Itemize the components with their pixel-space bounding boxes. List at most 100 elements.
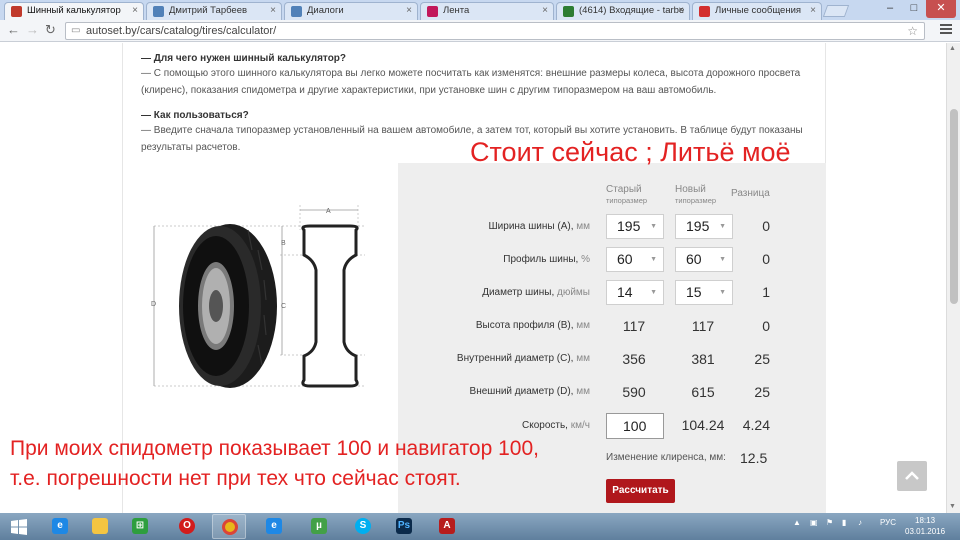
tab-feed[interactable]: Лента ×: [420, 2, 554, 20]
scroll-down-icon[interactable]: ▼: [949, 503, 956, 510]
new-tab-button[interactable]: [822, 5, 850, 17]
column-header-diff: Разница: [731, 188, 770, 199]
diff-width: 0: [762, 218, 770, 234]
tray-app-icon[interactable]: ▣: [810, 518, 818, 527]
tab-label: Дмитрий Тарбеев: [169, 5, 248, 16]
forward-icon[interactable]: →: [26, 23, 39, 37]
tire-diagram: A B C D: [151, 205, 365, 388]
windows-logo-icon: [11, 519, 27, 535]
header-old-label: Старый: [606, 184, 642, 195]
photoshop-icon[interactable]: Ps: [387, 514, 421, 539]
chrome-icon[interactable]: [212, 514, 246, 539]
tire-side-view: [179, 224, 277, 388]
volume-icon[interactable]: ♪: [858, 518, 862, 527]
system-clock[interactable]: 18:13 03.01.2016: [905, 515, 945, 537]
new-profile-height: 117: [691, 318, 715, 334]
label-text: Скорость,: [522, 420, 568, 431]
diff-profile: 0: [762, 251, 770, 267]
window-close-button[interactable]: ✕: [926, 0, 956, 18]
caret-icon: ▼: [650, 223, 657, 230]
row-label-profile-height: Высота профиля (B), мм: [476, 320, 590, 331]
bookmark-star-icon[interactable]: ☆: [907, 24, 918, 38]
tab-dialogs[interactable]: Диалоги ×: [284, 2, 418, 20]
tab-tire-calculator[interactable]: Шинный калькулятор ×: [4, 2, 144, 20]
chrome-menu-icon[interactable]: [940, 24, 952, 36]
tab-label: Диалоги: [307, 5, 344, 16]
back-icon[interactable]: ←: [7, 23, 20, 37]
new-outer-diameter: 615: [691, 384, 715, 400]
acrobat-icon[interactable]: A: [430, 514, 464, 539]
old-profile-select[interactable]: 60 ▼: [606, 247, 664, 272]
speed-input[interactable]: 100: [606, 413, 664, 439]
caret-icon: ▼: [719, 223, 726, 230]
opera-icon[interactable]: O: [170, 514, 204, 539]
new-inner-diameter: 381: [691, 351, 715, 367]
maximize-button[interactable]: □: [902, 0, 926, 18]
diff-outer-diameter: 25: [754, 384, 770, 400]
skype-icon[interactable]: S: [346, 514, 380, 539]
drive2-icon: [427, 6, 438, 17]
annotation-bottom: При моих спидометр показывает 100 и нави…: [10, 434, 539, 494]
select-value: 15: [686, 284, 702, 300]
label-text: Ширина шины (A),: [488, 221, 574, 232]
new-profile-select[interactable]: 60 ▼: [675, 247, 733, 272]
page-scrollbar[interactable]: ▲ ▼: [946, 43, 960, 513]
diff-speed: 4.24: [742, 417, 770, 433]
address-bar[interactable]: ▭ autoset.by/cars/catalog/tires/calculat…: [65, 22, 925, 40]
ie-icon[interactable]: e: [43, 514, 77, 539]
tab-inbox[interactable]: (4614) Входящие - tarbe ×: [556, 2, 690, 20]
old-width-select[interactable]: 195 ▼: [606, 214, 664, 239]
language-indicator[interactable]: РУС: [880, 518, 896, 527]
scroll-thumb[interactable]: [950, 109, 958, 304]
tab-label: (4614) Входящие - tarbe: [579, 5, 685, 16]
reload-icon[interactable]: ↻: [45, 23, 56, 37]
close-icon[interactable]: ×: [542, 3, 548, 19]
close-icon[interactable]: ×: [132, 3, 138, 19]
close-icon[interactable]: ×: [678, 3, 684, 19]
unit-text: мм: [576, 386, 590, 397]
windows-start-icon[interactable]: [2, 514, 36, 539]
close-icon[interactable]: ×: [406, 3, 412, 19]
faq-question-2: — Как пользоваться?: [141, 110, 249, 121]
column-header-old: Старый типоразмер: [606, 184, 647, 206]
unit-text: мм: [576, 320, 590, 331]
close-icon[interactable]: ×: [270, 3, 276, 19]
row-label-inner-diameter: Внутренний диаметр (C), мм: [457, 353, 590, 364]
unit-text: %: [581, 254, 590, 265]
unit-text: мм: [576, 221, 590, 232]
caret-icon: ▼: [650, 256, 657, 263]
new-width-select[interactable]: 195 ▼: [675, 214, 733, 239]
calculate-button[interactable]: Рассчитать: [606, 479, 675, 503]
page-icon: ▭: [71, 25, 81, 36]
tray-chevron-icon[interactable]: ▲: [793, 518, 801, 527]
annotation-line-2: т.е. погрешности нет при тех что сейчас …: [10, 467, 461, 490]
tab-label: Лента: [443, 5, 470, 16]
column-header-new: Новый типоразмер: [675, 184, 716, 206]
network-icon[interactable]: ▮: [842, 518, 846, 527]
ie-icon-2[interactable]: e: [257, 514, 291, 539]
tab-messages[interactable]: Личные сообщения ×: [692, 2, 822, 20]
scroll-up-icon[interactable]: ▲: [949, 45, 956, 52]
store-icon[interactable]: ⊞: [123, 514, 157, 539]
caret-icon: ▼: [719, 289, 726, 296]
utorrent-icon[interactable]: µ: [302, 514, 336, 539]
scroll-to-top-button[interactable]: [897, 461, 927, 491]
new-diameter-select[interactable]: 15 ▼: [675, 280, 733, 305]
old-outer-diameter: 590: [622, 384, 646, 400]
tab-dmitry[interactable]: Дмитрий Тарбеев ×: [146, 2, 282, 20]
clearance-value: 12.5: [740, 450, 768, 466]
label-text: Внутренний диаметр (C),: [456, 353, 574, 364]
dim-label-c: C: [281, 303, 286, 310]
flag-icon[interactable]: ⚑: [826, 518, 833, 527]
row-label-profile: Профиль шины, %: [503, 254, 590, 265]
tab-strip: Шинный калькулятор × Дмитрий Тарбеев × Д…: [0, 0, 960, 20]
close-icon[interactable]: ×: [810, 3, 816, 19]
header-old-sub: типоразмер: [606, 196, 648, 205]
annotation-line-1: При моих спидометр показывает 100 и нави…: [10, 437, 539, 460]
explorer-icon[interactable]: [83, 514, 117, 539]
old-diameter-select[interactable]: 14 ▼: [606, 280, 664, 305]
row-label-speed: Скорость, км/ч: [522, 420, 590, 431]
minimize-button[interactable]: –: [878, 0, 902, 18]
label-text: Высота профиля (B),: [475, 320, 574, 331]
dim-label-a: A: [326, 208, 331, 215]
